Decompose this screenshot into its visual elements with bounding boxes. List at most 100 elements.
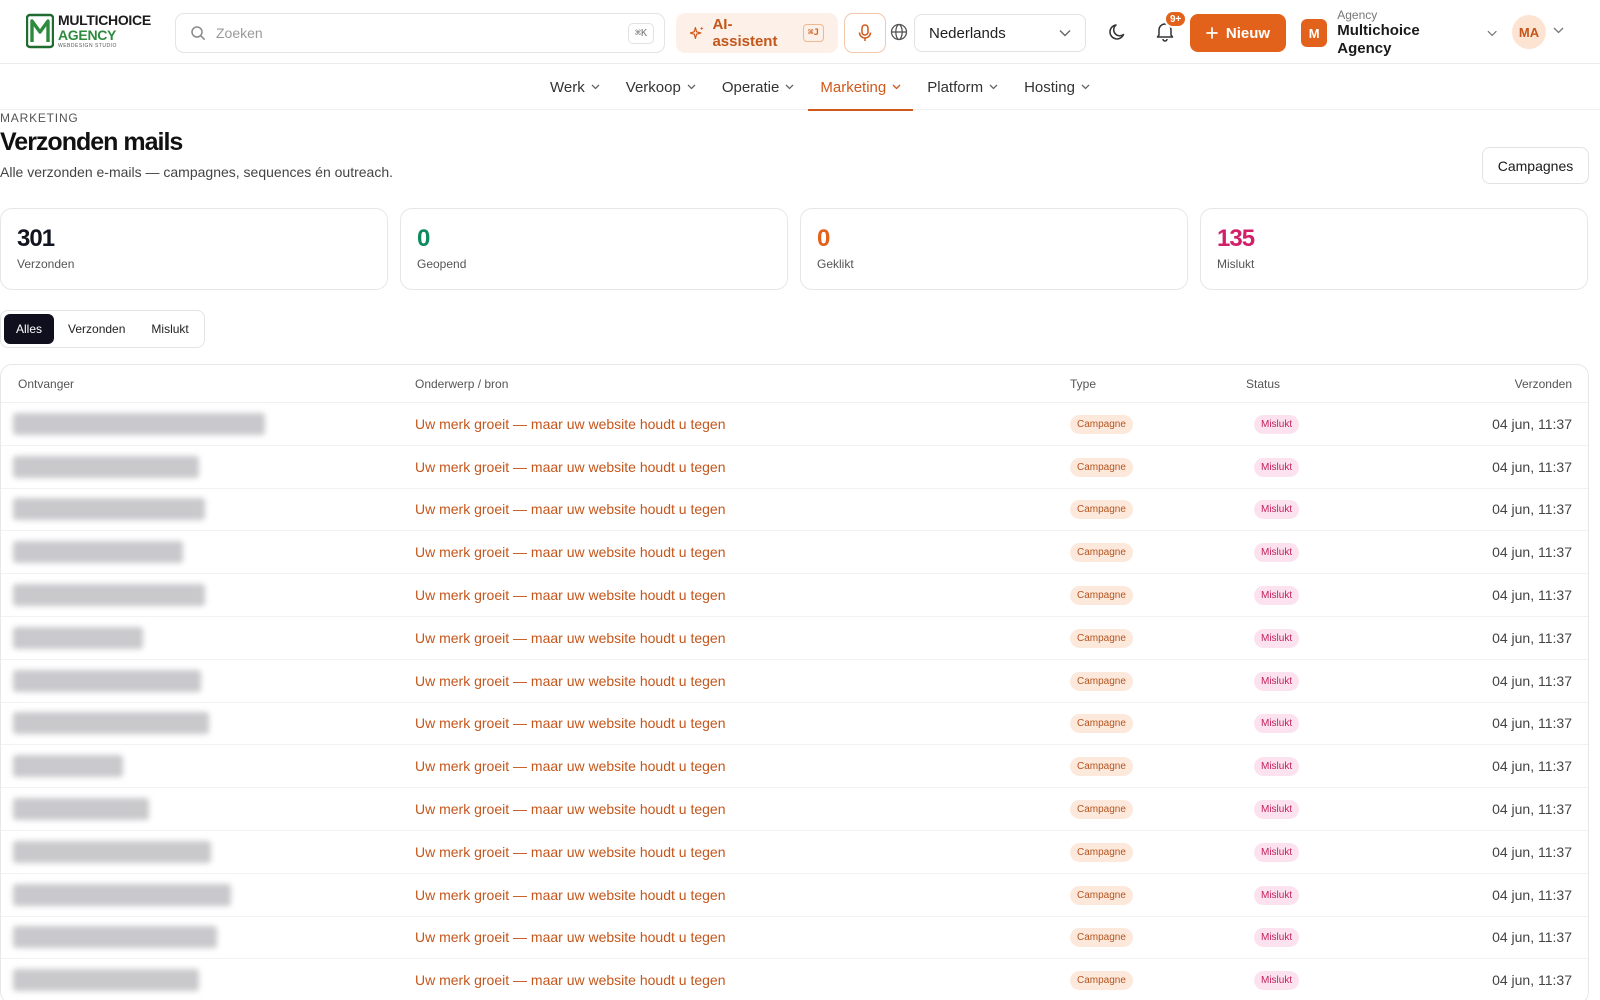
table-row[interactable]: Uw merk groeit — maar uw website houdt u…	[1, 831, 1588, 874]
nav-item-platform[interactable]: Platform	[915, 64, 1010, 110]
column-header-type[interactable]: Type	[1070, 377, 1246, 391]
column-header-status[interactable]: Status	[1246, 377, 1414, 391]
table-body: Uw merk groeit — maar uw website houdt u…	[1, 403, 1588, 1000]
brand-logo[interactable]: MULTICHOICE AGENCY WEBDESIGN STUDIO	[26, 11, 158, 51]
table-row[interactable]: Uw merk groeit — maar uw website houdt u…	[1, 788, 1588, 831]
sent-date: 04 jun, 11:37	[1492, 843, 1572, 860]
ai-assistant-button[interactable]: AI-assistent ⌘J	[676, 13, 838, 53]
subject-cell: Uw merk groeit — maar uw website houdt u…	[415, 801, 1070, 817]
subject-link[interactable]: Uw merk groeit — maar uw website houdt u…	[415, 630, 725, 646]
chevron-down-icon	[892, 84, 901, 90]
status-badge: Mislukt	[1254, 586, 1300, 606]
table-row[interactable]: Uw merk groeit — maar uw website houdt u…	[1, 403, 1588, 446]
new-button[interactable]: Nieuw	[1190, 14, 1286, 52]
subject-link[interactable]: Uw merk groeit — maar uw website houdt u…	[415, 887, 725, 903]
globe-icon	[890, 23, 908, 41]
recipient-cell	[1, 584, 415, 607]
subject-link[interactable]: Uw merk groeit — maar uw website houdt u…	[415, 587, 725, 603]
table-row[interactable]: Uw merk groeit — maar uw website houdt u…	[1, 574, 1588, 617]
subject-link[interactable]: Uw merk groeit — maar uw website houdt u…	[415, 972, 725, 988]
stat-label: Geopend	[417, 257, 467, 271]
sent-date: 04 jun, 11:37	[1492, 458, 1572, 475]
subject-cell: Uw merk groeit — maar uw website houdt u…	[415, 630, 1070, 646]
subject-link[interactable]: Uw merk groeit — maar uw website houdt u…	[415, 501, 725, 517]
language-select[interactable]: Nederlands	[914, 14, 1086, 52]
column-header-subject[interactable]: Onderwerp / bron	[415, 377, 1070, 391]
subject-cell: Uw merk groeit — maar uw website houdt u…	[415, 673, 1070, 689]
type-badge: Campagne	[1070, 671, 1133, 691]
nav-item-verkoop[interactable]: Verkoop	[614, 64, 708, 110]
subject-link[interactable]: Uw merk groeit — maar uw website houdt u…	[415, 416, 725, 432]
redacted-recipient	[13, 969, 199, 992]
status-cell: Mislukt	[1246, 542, 1414, 563]
nav-item-marketing[interactable]: Marketing	[808, 64, 914, 111]
sent-date: 04 jun, 11:37	[1492, 929, 1572, 946]
campaigns-button[interactable]: Campagnes	[1482, 147, 1589, 184]
section-eyebrow: MARKETING	[0, 111, 79, 125]
table-row[interactable]: Uw merk groeit — maar uw website houdt u…	[1, 874, 1588, 917]
table-row[interactable]: Uw merk groeit — maar uw website houdt u…	[1, 660, 1588, 703]
notification-badge: 9+	[1164, 10, 1188, 28]
status-cell: Mislukt	[1246, 585, 1414, 606]
chevron-down-icon[interactable]	[1553, 27, 1564, 34]
microphone-icon	[858, 24, 872, 41]
subject-link[interactable]: Uw merk groeit — maar uw website houdt u…	[415, 544, 725, 560]
nav-item-operatie[interactable]: Operatie	[710, 64, 807, 110]
nav-item-werk[interactable]: Werk	[538, 64, 612, 110]
chevron-down-icon	[1059, 30, 1071, 37]
type-cell: Campagne	[1070, 927, 1246, 948]
type-cell: Campagne	[1070, 842, 1246, 862]
table-row[interactable]: Uw merk groeit — maar uw website houdt u…	[1, 959, 1588, 1000]
subject-link[interactable]: Uw merk groeit — maar uw website houdt u…	[415, 459, 725, 475]
chevron-down-icon	[785, 84, 794, 90]
subject-link[interactable]: Uw merk groeit — maar uw website houdt u…	[415, 801, 725, 817]
stat-value: 301	[17, 225, 55, 252]
recipient-cell	[1, 926, 415, 949]
moon-icon[interactable]	[1108, 22, 1128, 42]
subject-link[interactable]: Uw merk groeit — maar uw website houdt u…	[415, 929, 725, 945]
filter-all[interactable]: Alles	[4, 314, 55, 344]
microphone-button[interactable]	[844, 13, 886, 53]
table-row[interactable]: Uw merk groeit — maar uw website houdt u…	[1, 703, 1588, 746]
column-header-recipient[interactable]: Ontvanger	[1, 377, 415, 391]
table-row[interactable]: Uw merk groeit — maar uw website houdt u…	[1, 745, 1588, 789]
subject-link[interactable]: Uw merk groeit — maar uw website houdt u…	[415, 673, 725, 689]
status-badge: Mislukt	[1254, 757, 1300, 777]
subject-link[interactable]: Uw merk groeit — maar uw website houdt u…	[415, 844, 725, 860]
subject-cell: Uw merk groeit — maar uw website houdt u…	[415, 416, 1070, 432]
recipient-cell	[1, 755, 415, 778]
stat-value: 0	[817, 225, 830, 252]
table-row[interactable]: Uw merk groeit — maar uw website houdt u…	[1, 531, 1588, 575]
filter-failed[interactable]: Mislukt	[139, 314, 200, 344]
sent-date: 04 jun, 11:37	[1492, 587, 1572, 604]
sent-date: 04 jun, 11:37	[1492, 758, 1572, 775]
logo-line-3: WEBDESIGN STUDIO	[58, 43, 117, 49]
table-row[interactable]: Uw merk groeit — maar uw website houdt u…	[1, 446, 1588, 489]
search-input[interactable]	[216, 25, 628, 41]
org-name: Multichoice Agency	[1337, 22, 1420, 58]
nav-item-label: Verkoop	[625, 78, 681, 96]
main-navigation: Werk Verkoop Operatie Marketing Platform…	[0, 64, 1600, 111]
subject-link[interactable]: Uw merk groeit — maar uw website houdt u…	[415, 715, 725, 731]
logo-mark-icon	[26, 13, 54, 49]
search-box[interactable]: ⌘K	[175, 13, 665, 53]
status-badge: Mislukt	[1254, 885, 1300, 905]
search-icon	[191, 26, 205, 40]
user-avatar[interactable]: MA	[1512, 15, 1546, 49]
subject-link[interactable]: Uw merk groeit — maar uw website houdt u…	[415, 758, 725, 774]
recipient-cell	[1, 840, 415, 863]
redacted-recipient	[13, 498, 205, 521]
organization-switcher[interactable]: M Agency Multichoice Agency	[1301, 8, 1497, 57]
column-header-sent[interactable]: Verzonden	[1414, 377, 1588, 391]
table-row[interactable]: Uw merk groeit — maar uw website houdt u…	[1, 489, 1588, 532]
table-row[interactable]: Uw merk groeit — maar uw website houdt u…	[1, 917, 1588, 960]
nav-item-hosting[interactable]: Hosting	[1012, 64, 1102, 110]
table-header: Ontvanger Onderwerp / bron Type Status V…	[1, 365, 1588, 403]
nav-item-label: Platform	[927, 78, 984, 96]
filter-sent[interactable]: Verzonden	[56, 314, 137, 344]
table-row[interactable]: Uw merk groeit — maar uw website houdt u…	[1, 617, 1588, 660]
redacted-recipient	[13, 541, 183, 564]
type-cell: Campagne	[1070, 457, 1246, 477]
sent-date: 04 jun, 11:37	[1492, 801, 1572, 818]
status-cell: Mislukt	[1246, 756, 1414, 777]
